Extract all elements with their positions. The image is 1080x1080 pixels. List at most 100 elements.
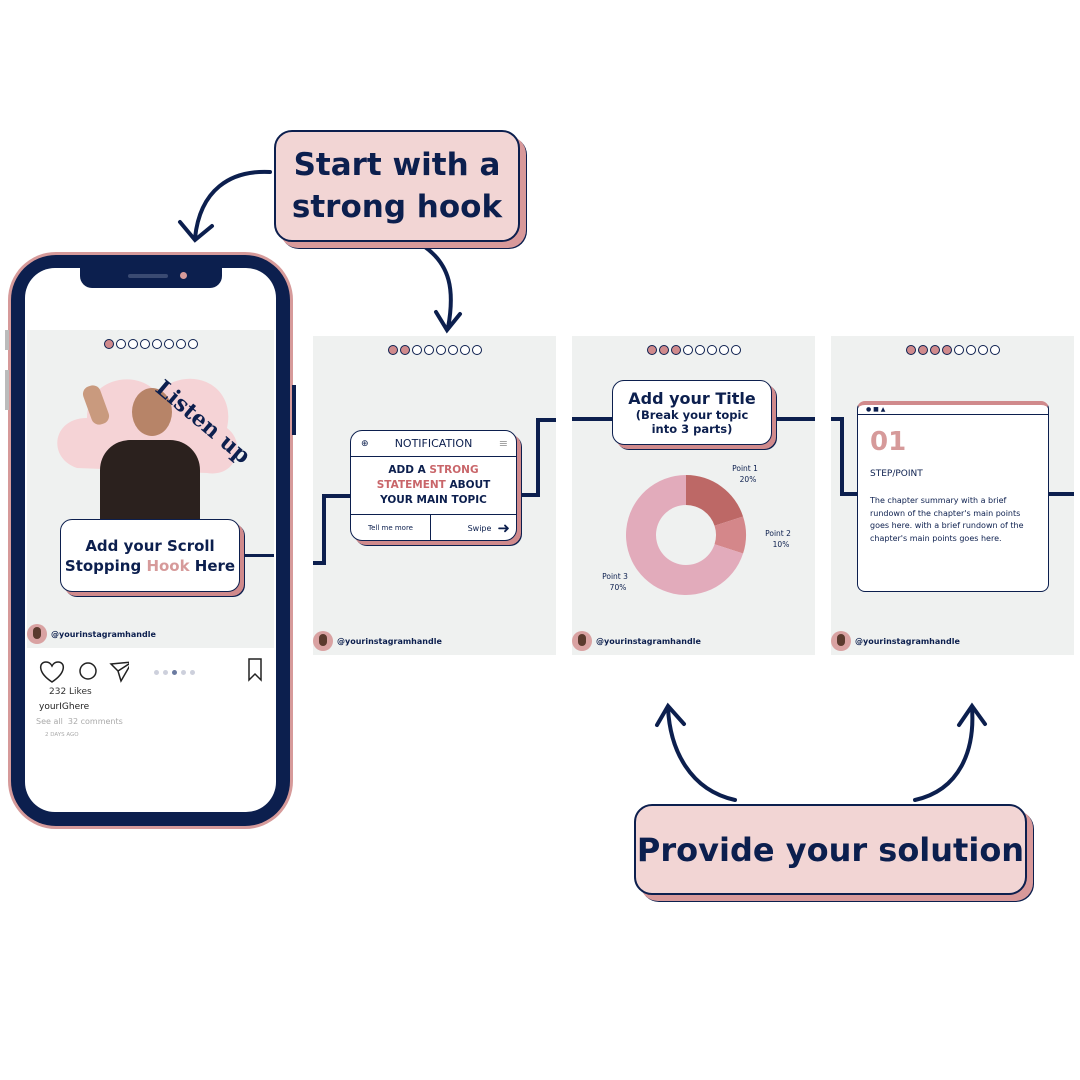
hook-box: Add your Scroll Stopping Hook Here [60, 519, 240, 592]
page-dot [989, 345, 1000, 355]
page-dot [187, 339, 198, 349]
carousel-slide-4[interactable]: ● ■ ▲ 01 STEP/POINT The chapter summary … [831, 336, 1074, 655]
arrow-up-right [913, 706, 975, 802]
page-dot [905, 345, 916, 355]
notch [80, 268, 222, 288]
page-dot [929, 345, 940, 355]
carousel-dot [190, 670, 195, 675]
page-dot [941, 345, 952, 355]
hook-text: Stopping [64, 556, 147, 575]
slice-category-label: Point 3 [602, 572, 628, 581]
swipe-button[interactable]: Swipe ➜ [431, 515, 516, 540]
page-dot [387, 345, 398, 355]
avatar [831, 631, 851, 651]
avatar [572, 631, 592, 651]
carousel-slide-2[interactable]: ⊕ NOTIFICATION ≡ ADD A STRONG STATEMENT … [313, 336, 556, 655]
page-dot [471, 345, 482, 355]
carousel-dot [172, 670, 177, 675]
handle-text: @yourinstagramhandle [855, 636, 960, 646]
slide-subtitle: into 3 parts) [651, 422, 733, 436]
slice-value-label: 10% [773, 540, 790, 549]
slide-handle[interactable]: @yourinstagramhandle [831, 631, 960, 651]
page-dot [646, 345, 657, 355]
page-dot [459, 345, 470, 355]
carousel-dot [181, 670, 186, 675]
slice-category-label: Point 1 [732, 464, 758, 473]
statement-text: YOUR MAIN TOPIC [380, 494, 487, 506]
step-body: The chapter summary with a brief rundown… [870, 496, 1024, 543]
carousel-dot [154, 670, 159, 675]
arrow-to-phone [193, 169, 272, 240]
page-dot [670, 345, 681, 355]
callout-text: Provide your solution [636, 830, 1025, 869]
callout-text: strong hook [291, 189, 503, 225]
window-controls-icon: ● ■ ▲ [858, 405, 1048, 415]
statement-highlight: STRONG [429, 464, 479, 476]
likes-count[interactable]: 232 Likes [49, 687, 92, 697]
carousel-dot [163, 670, 168, 675]
avatar [27, 624, 47, 644]
send-icon [109, 661, 129, 683]
page-dot [435, 345, 446, 355]
post-handle[interactable]: @yourinstagramhandle [27, 624, 156, 644]
hook-callout: Start with a strong hook [274, 130, 520, 242]
post-image[interactable]: Listen up Add your Scroll Stopping Hook … [27, 330, 274, 648]
notification-card: ⊕ NOTIFICATION ≡ ADD A STRONG STATEMENT … [350, 430, 517, 541]
avatar [313, 631, 333, 651]
step-number: 01 [870, 427, 907, 457]
solution-callout: Provide your solution [634, 804, 1027, 895]
post-actions [40, 661, 129, 683]
page-dot [423, 345, 434, 355]
page-dot [447, 345, 458, 355]
page-dot [115, 339, 126, 349]
donut-slice-1 [686, 475, 744, 526]
slice-value-label: 20% [740, 475, 757, 484]
page-dot [127, 339, 138, 349]
donut-chart: Point 1 20% Point 2 10% Point 3 70% [602, 464, 791, 595]
comments-link[interactable]: See all 32 comments [36, 717, 123, 726]
page-dot [953, 345, 964, 355]
carousel-slide-3[interactable]: Add your Title (Break your topic into 3 … [572, 336, 815, 655]
carousel-indicator [154, 670, 195, 675]
handle-text: @yourinstagramhandle [337, 636, 442, 646]
page-dot [103, 339, 114, 349]
page-dot [706, 345, 717, 355]
title-box: Add your Title (Break your topic into 3 … [612, 380, 772, 445]
comment-icon [79, 662, 97, 680]
page-dot [411, 345, 422, 355]
page-dot [163, 339, 174, 349]
page-dot [151, 339, 162, 349]
page-dot [694, 345, 705, 355]
page-dot [175, 339, 186, 349]
slide-handle[interactable]: @yourinstagramhandle [572, 631, 701, 651]
notification-title: NOTIFICATION [394, 437, 473, 450]
arrow-up-left [666, 706, 737, 802]
hook-highlight: Hook [146, 556, 190, 575]
tell-me-more-button[interactable]: Tell me more [351, 515, 431, 540]
page-dot [682, 345, 693, 355]
hook-text: Here [189, 556, 236, 575]
step-heading: STEP/POINT [870, 469, 923, 479]
button-label: Swipe [467, 523, 492, 533]
slide-title: Add your Title [628, 389, 756, 408]
slice-category-label: Point 2 [765, 529, 791, 538]
phone-screen: Listen up Add your Scroll Stopping Hook … [25, 268, 276, 812]
page-dot [139, 339, 150, 349]
page-dot [658, 345, 669, 355]
statement-text: ABOUT [445, 479, 491, 491]
bookmark-icon[interactable] [247, 658, 263, 682]
menu-icon[interactable]: ≡ [499, 437, 508, 450]
handle-text: @yourinstagramhandle [51, 629, 156, 639]
page-dot [399, 345, 410, 355]
heart-icon [40, 661, 64, 683]
username[interactable]: yourIGhere [39, 702, 89, 712]
handle-text: @yourinstagramhandle [596, 636, 701, 646]
page-dot [730, 345, 741, 355]
page-dot [917, 345, 928, 355]
plus-circle-icon[interactable]: ⊕ [361, 439, 369, 449]
statement-highlight: STATEMENT [376, 479, 446, 491]
hook-text: Add your Scroll [85, 536, 215, 555]
browser-window-card: ● ■ ▲ 01 STEP/POINT The chapter summary … [857, 401, 1049, 592]
page-dot [718, 345, 729, 355]
slide-handle[interactable]: @yourinstagramhandle [313, 631, 442, 651]
